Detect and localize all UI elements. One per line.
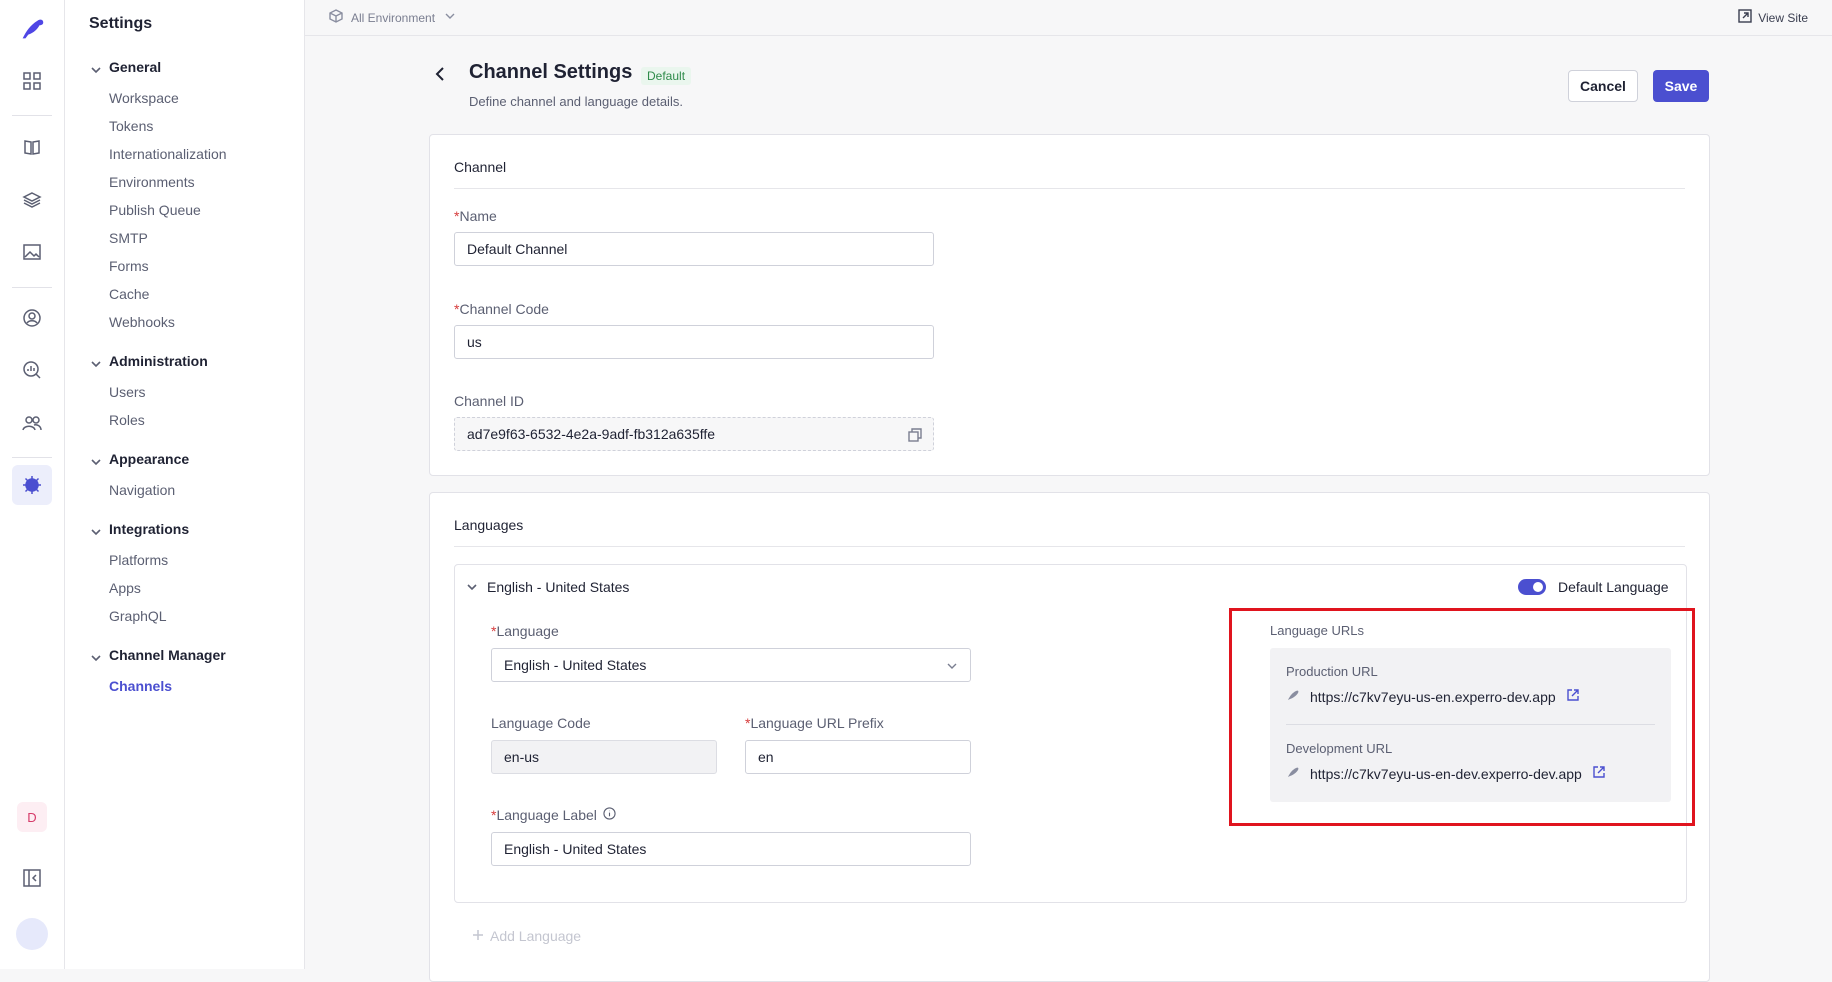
- external-open-icon: [1738, 9, 1752, 26]
- sidebar-item-webhooks[interactable]: Webhooks: [109, 314, 175, 330]
- sidebar-group-administration[interactable]: Administration: [91, 353, 208, 369]
- channel-id-field: ad7e9f63-6532-4e2a-9adf-fb312a635ffe: [454, 417, 934, 451]
- view-site-link[interactable]: View Site: [1738, 9, 1808, 26]
- channel-code-label: *Channel Code: [454, 301, 549, 317]
- chevron-down-icon: [443, 9, 457, 26]
- copy-icon[interactable]: [907, 427, 923, 443]
- sidebar-item-channels[interactable]: Channels: [109, 678, 172, 694]
- add-language-label: Add Language: [490, 928, 582, 944]
- settings-gear-icon[interactable]: [12, 465, 52, 505]
- sidebar-item-publish-queue[interactable]: Publish Queue: [109, 202, 201, 218]
- page-subtitle: Define channel and language details.: [469, 94, 683, 109]
- sidebar-item-roles[interactable]: Roles: [109, 412, 145, 428]
- analytics-search-icon[interactable]: [12, 350, 52, 390]
- page-title: Channel Settings: [469, 61, 633, 83]
- channel-id-label: Channel ID: [454, 393, 525, 409]
- chevron-down-icon: [91, 356, 101, 368]
- group-label: Administration: [109, 353, 208, 369]
- sidebar-group-integrations[interactable]: Integrations: [91, 521, 189, 537]
- settings-sidebar: Settings General Workspace Tokens Intern…: [65, 0, 305, 969]
- environment-label: All Environment: [351, 10, 436, 25]
- team-icon[interactable]: [12, 403, 52, 443]
- languages-section-title: Languages: [454, 517, 524, 533]
- sidebar-item-navigation[interactable]: Navigation: [109, 482, 175, 498]
- rail-divider: [12, 457, 52, 458]
- chevron-down-icon: [944, 658, 960, 674]
- add-language-button[interactable]: Add Language: [472, 928, 581, 944]
- channel-id-value: ad7e9f63-6532-4e2a-9adf-fb312a635ffe: [467, 426, 716, 442]
- chevron-down-icon: [91, 650, 101, 662]
- environment-selector[interactable]: All Environment: [329, 9, 457, 26]
- group-label: Integrations: [109, 521, 190, 537]
- chevron-down-icon: [91, 454, 101, 466]
- icon-rail: D: [0, 0, 65, 969]
- sidebar-item-users[interactable]: Users: [109, 384, 146, 400]
- group-label: General: [109, 59, 162, 75]
- language-label-field[interactable]: English - United States: [491, 832, 971, 866]
- language-label-label: *Language Label: [491, 807, 616, 823]
- book-icon[interactable]: [12, 127, 52, 167]
- sidebar-title: Settings: [89, 15, 153, 32]
- save-button[interactable]: Save: [1653, 70, 1709, 102]
- group-label: Channel Manager: [109, 647, 226, 663]
- rail-divider: [12, 115, 52, 116]
- sidebar-item-apps[interactable]: Apps: [109, 580, 141, 596]
- chevron-down-icon: [467, 579, 477, 595]
- channel-section-title: Channel: [454, 159, 507, 175]
- divider: [454, 546, 1685, 547]
- dashboard-icon[interactable]: [12, 61, 52, 101]
- language-url-prefix-label: *Language URL Prefix: [745, 715, 884, 731]
- language-select[interactable]: English - United States: [491, 648, 971, 682]
- collapse-sidebar-icon[interactable]: [12, 858, 52, 898]
- channel-code-field[interactable]: us: [454, 325, 934, 359]
- sidebar-item-environments[interactable]: Environments: [109, 174, 195, 190]
- view-site-label: View Site: [1758, 10, 1808, 25]
- sidebar-item-smtp[interactable]: SMTP: [109, 230, 148, 246]
- default-language-toggle[interactable]: [1518, 579, 1546, 595]
- workspace-avatar[interactable]: D: [17, 802, 47, 832]
- sidebar-item-cache[interactable]: Cache: [109, 286, 149, 302]
- back-arrow-icon[interactable]: [430, 64, 450, 84]
- language-code-label: Language Code: [491, 715, 591, 731]
- default-language-label: Default Language: [1558, 579, 1669, 595]
- sidebar-group-channel-manager[interactable]: Channel Manager: [91, 647, 226, 663]
- plus-icon: [472, 928, 484, 944]
- sidebar-item-platforms[interactable]: Platforms: [109, 552, 168, 568]
- sidebar-item-forms[interactable]: Forms: [109, 258, 149, 274]
- divider: [454, 188, 1685, 189]
- sidebar-item-workspace[interactable]: Workspace: [109, 90, 179, 106]
- channel-card: Channel *Name Default Channel *Channel C…: [429, 134, 1710, 476]
- language-select-value: English - United States: [504, 657, 647, 673]
- name-field[interactable]: Default Channel: [454, 232, 934, 266]
- chevron-down-icon: [91, 62, 101, 74]
- image-icon[interactable]: [12, 232, 52, 272]
- name-label: *Name: [454, 208, 497, 224]
- layers-icon[interactable]: [12, 180, 52, 220]
- sidebar-group-general[interactable]: General: [91, 59, 161, 75]
- cancel-button[interactable]: Cancel: [1568, 70, 1638, 102]
- highlight-box: [1229, 608, 1695, 826]
- language-code-field: en-us: [491, 740, 717, 774]
- group-label: Appearance: [109, 451, 190, 467]
- chevron-down-icon: [91, 524, 101, 536]
- top-bar: All Environment View Site: [305, 0, 1832, 36]
- sidebar-group-appearance[interactable]: Appearance: [91, 451, 189, 467]
- cube-icon: [329, 9, 343, 26]
- sidebar-item-tokens[interactable]: Tokens: [109, 118, 153, 134]
- status-badge: Default: [641, 67, 692, 85]
- rail-divider: [12, 287, 52, 288]
- info-icon[interactable]: [603, 807, 616, 823]
- language-entry-title: English - United States: [487, 579, 630, 595]
- language-entry-header[interactable]: English - United States: [467, 579, 629, 595]
- user-avatar[interactable]: [16, 918, 48, 950]
- language-url-prefix-field[interactable]: en: [745, 740, 971, 774]
- app-logo-icon[interactable]: [12, 9, 52, 49]
- sidebar-item-graphql[interactable]: GraphQL: [109, 608, 167, 624]
- user-circle-icon[interactable]: [12, 298, 52, 338]
- sidebar-item-internationalization[interactable]: Internationalization: [109, 146, 227, 162]
- language-label: *Language: [491, 623, 559, 639]
